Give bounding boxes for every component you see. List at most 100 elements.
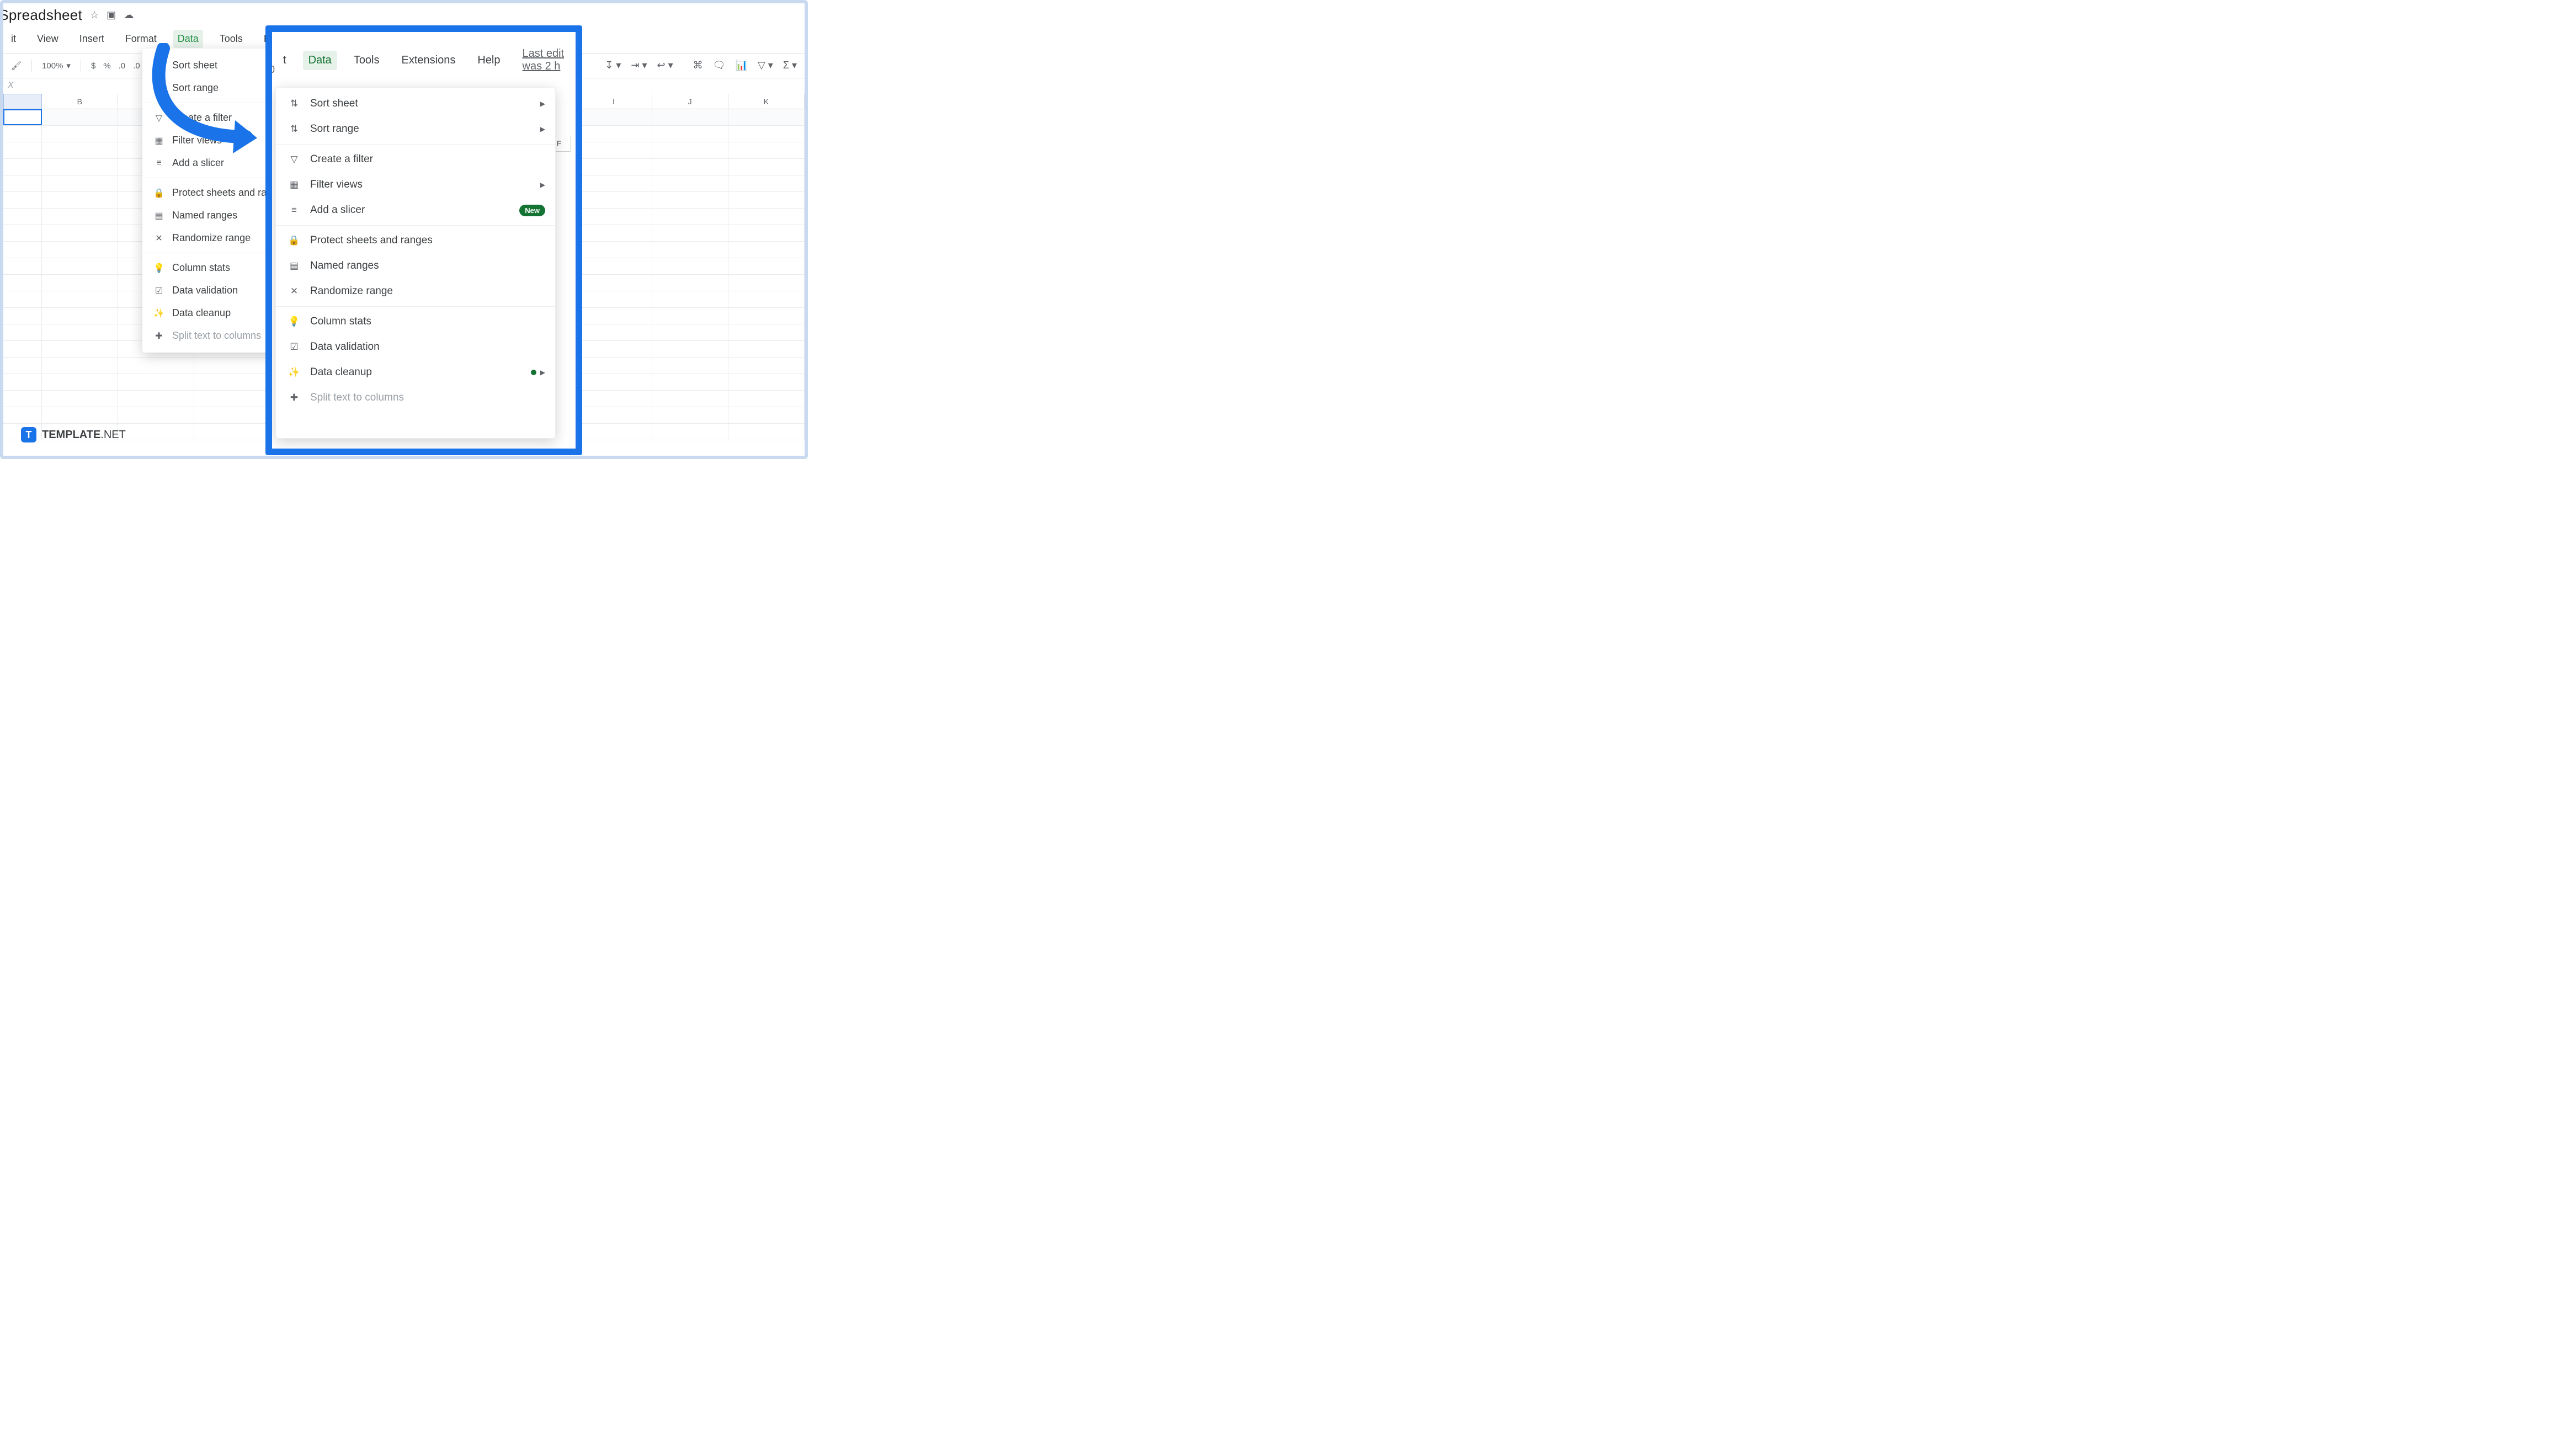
menu-item-protect[interactable]: 🔒Protect sheets and ranges <box>276 228 555 253</box>
watermark-bold: TEMPLATE <box>42 429 100 441</box>
bulb-icon: 💡 <box>153 263 164 274</box>
data-menu-dropdown: ⇅Sort sheet▶ ⇅Sort range▶ ▽Create a filt… <box>275 87 556 439</box>
insert-chart-icon[interactable]: 📊 <box>736 60 748 71</box>
paint-format-icon[interactable]: 🖌 <box>11 61 22 71</box>
decrease-decimal[interactable]: .0 <box>119 61 126 71</box>
screenshot-frame: e Spreadsheet ☆ ▣ ☁ it View Insert Forma… <box>0 0 808 459</box>
selected-column-header[interactable] <box>3 94 42 109</box>
menu-item-sort-range[interactable]: ⇅Sort range <box>142 77 280 99</box>
menu-item-filter-views[interactable]: ▦Filter views▶ <box>276 172 555 198</box>
menu-item-sort-sheet[interactable]: ⇅Sort sheet▶ <box>276 91 555 116</box>
sort-icon: ⇅ <box>153 60 164 71</box>
split-icon: ✚ <box>288 392 300 403</box>
menu-data-focus[interactable]: Data <box>303 51 337 70</box>
menu-tools-focus[interactable]: Tools <box>348 51 385 70</box>
col-header-b[interactable]: B <box>42 94 118 109</box>
wrap-icon[interactable]: ↩ ▾ <box>657 60 673 71</box>
halign-icon[interactable]: ⇥ ▾ <box>631 60 647 71</box>
valign-icon[interactable]: ↧ ▾ <box>605 60 621 71</box>
menu-format-fragment[interactable]: t <box>278 51 292 70</box>
toolbar-right: ↧ ▾ ⇥ ▾ ↩ ▾ ⌘ 🗨 📊 ▽ ▾ Σ ▾ <box>597 53 805 77</box>
menu-item-column-stats[interactable]: 💡Column stats <box>276 309 555 334</box>
sort-icon: ⇅ <box>288 98 300 109</box>
watermark-thin: .NET <box>100 429 126 441</box>
submenu-arrow-icon: ▶ <box>540 369 545 376</box>
menu-item-add-slicer[interactable]: ≡Add a slicer <box>142 152 280 174</box>
background-app: e Spreadsheet ☆ ▣ ☁ it View Insert Forma… <box>3 3 805 456</box>
format-percent[interactable]: % <box>103 61 110 71</box>
data-menu-dropdown-bg: ⇅Sort sheet ⇅Sort range ▽Create a filter… <box>142 49 280 353</box>
menu-item-data-cleanup[interactable]: ✨Data cleanup▶ <box>276 360 555 385</box>
format-currency[interactable]: $ <box>91 61 95 71</box>
formula-bar[interactable]: X <box>3 77 14 94</box>
doc-title-row: e Spreadsheet ☆ ▣ ☁ <box>0 7 134 24</box>
document-name[interactable]: e Spreadsheet <box>0 7 82 24</box>
slicer-icon: ≡ <box>288 205 300 216</box>
menu-format[interactable]: Format <box>121 30 161 48</box>
menu-help-focus[interactable]: Help <box>472 51 505 70</box>
submenu-arrow-icon: ▶ <box>540 125 545 133</box>
menu-item-named-ranges[interactable]: ▤Named ranges <box>142 204 280 227</box>
col-header-j[interactable]: J <box>652 94 728 109</box>
slicer-icon: ≡ <box>153 158 164 168</box>
comment-add-icon[interactable]: 🗨 <box>713 60 726 71</box>
increase-decimal[interactable]: .0 <box>133 61 140 71</box>
menu-item-create-filter[interactable]: ▽Create a filter <box>142 106 280 129</box>
move-folder-icon[interactable]: ▣ <box>107 9 116 21</box>
menu-item-data-cleanup[interactable]: ✨Data cleanup <box>142 302 280 324</box>
menu-extensions-focus[interactable]: Extensions <box>396 51 461 70</box>
menu-item-protect[interactable]: 🔒Protect sheets and ra <box>142 182 280 204</box>
filter-views-icon: ▦ <box>153 135 164 146</box>
menu-item-randomize[interactable]: ✕Randomize range <box>276 279 555 304</box>
menu-item-sort-sheet[interactable]: ⇅Sort sheet <box>142 54 280 77</box>
check-icon: ☑ <box>153 285 164 296</box>
menu-edit-fragment[interactable]: it <box>7 30 20 48</box>
menu-item-sort-range[interactable]: ⇅Sort range▶ <box>276 116 555 142</box>
submenu-arrow-icon: ▶ <box>540 181 545 189</box>
named-icon: ▤ <box>153 210 164 221</box>
toolbar-separator <box>31 60 32 72</box>
star-icon[interactable]: ☆ <box>90 9 99 21</box>
filter-icon: ▽ <box>288 154 300 165</box>
wand-icon: ✨ <box>288 367 300 378</box>
template-net-watermark: T TEMPLATE.NET <box>21 427 126 442</box>
cloud-saved-icon[interactable]: ☁ <box>124 9 134 21</box>
wand-icon: ✨ <box>153 308 164 319</box>
last-edit-link[interactable]: Last edit was 2 h <box>517 44 576 76</box>
sort-icon: ⇅ <box>153 83 164 94</box>
selected-cell[interactable] <box>3 109 42 125</box>
fx-close-icon[interactable]: X <box>8 81 14 90</box>
bulb-icon: 💡 <box>288 316 300 327</box>
check-icon: ☑ <box>288 342 300 353</box>
sigma-icon[interactable]: Σ ▾ <box>783 60 797 71</box>
menu-item-split-text: ✚Split text to columns <box>276 385 555 410</box>
menu-item-add-slicer[interactable]: ≡Add a slicerNew <box>276 198 555 223</box>
zoom-dropdown[interactable]: 100% ▾ <box>42 61 71 71</box>
menu-item-create-filter[interactable]: ▽Create a filter <box>276 147 555 172</box>
focus-menubar: t Data Tools Extensions Help Last edit w… <box>278 44 576 76</box>
menu-insert[interactable]: Insert <box>75 30 109 48</box>
link-icon[interactable]: ⌘ <box>693 60 703 71</box>
menu-item-named-ranges[interactable]: ▤Named ranges <box>276 253 555 279</box>
col-header-k[interactable]: K <box>728 94 805 109</box>
menu-data[interactable]: Data <box>173 30 203 48</box>
focus-inner: t Data Tools Extensions Help Last edit w… <box>272 32 576 449</box>
filter-icon[interactable]: ▽ ▾ <box>758 60 773 71</box>
menu-item-data-validation[interactable]: ☑Data validation <box>142 279 280 302</box>
template-logo-icon: T <box>21 427 36 442</box>
lock-icon: 🔒 <box>153 188 164 199</box>
menu-item-filter-views[interactable]: ▦Filter views <box>142 129 280 152</box>
menu-item-randomize[interactable]: ✕Randomize range <box>142 227 280 249</box>
menu-item-column-stats[interactable]: 💡Column stats <box>142 257 280 279</box>
menu-item-data-validation[interactable]: ☑Data validation <box>276 334 555 360</box>
split-icon: ✚ <box>153 330 164 342</box>
focus-inset: t Data Tools Extensions Help Last edit w… <box>265 25 582 455</box>
random-icon: ✕ <box>153 233 164 244</box>
new-badge: New <box>519 205 545 216</box>
menu-tools[interactable]: Tools <box>215 30 247 48</box>
lock-icon: 🔒 <box>288 235 300 246</box>
sort-icon: ⇅ <box>288 124 300 135</box>
filter-icon: ▽ <box>153 113 164 124</box>
col-header-i[interactable]: I <box>576 94 652 109</box>
menu-view[interactable]: View <box>33 30 63 48</box>
